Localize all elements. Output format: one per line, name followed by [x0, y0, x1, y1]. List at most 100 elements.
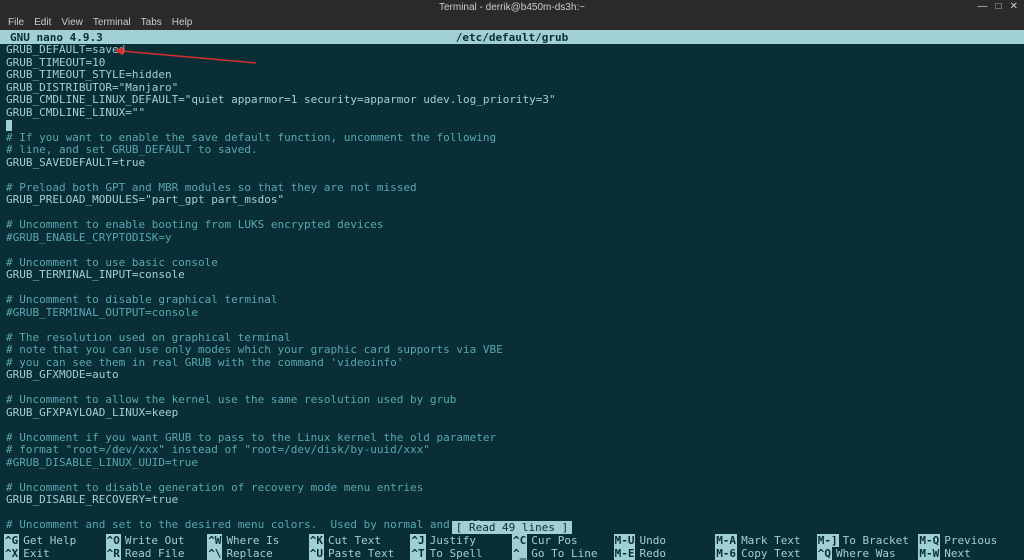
- editor-line: [6, 119, 1018, 132]
- editor-line: # you can see them in real GRUB with the…: [6, 357, 1018, 370]
- shortcut-label: Write Out: [125, 534, 185, 547]
- editor-line: GRUB_TERMINAL_INPUT=console: [6, 269, 1018, 282]
- shortcut-label: Previous: [944, 534, 997, 547]
- shortcut-item: M-] To Bracket: [817, 534, 919, 547]
- shortcut-item: ^T To Spell: [410, 547, 512, 560]
- minimize-icon[interactable]: —: [978, 1, 988, 12]
- editor-line: GRUB_DEFAULT=saved: [6, 44, 1018, 57]
- editor-line: # Uncomment to disable graphical termina…: [6, 294, 1018, 307]
- shortcut-label: Where Was: [836, 547, 896, 560]
- shortcut-label: Copy Text: [741, 547, 801, 560]
- shortcut-key: ^C: [512, 534, 527, 547]
- shortcut-item: ^C Cur Pos: [512, 534, 614, 547]
- shortcut-item: M-W Next: [918, 547, 1020, 560]
- shortcut-item: M-A Mark Text: [715, 534, 817, 547]
- editor-line: [6, 319, 1018, 332]
- editor-line: GRUB_TIMEOUT_STYLE=hidden: [6, 69, 1018, 82]
- shortcut-key: M-]: [817, 534, 839, 547]
- editor-line: GRUB_DISABLE_RECOVERY=true: [6, 494, 1018, 507]
- shortcut-label: Read File: [125, 547, 185, 560]
- shortcut-key: ^\: [207, 547, 222, 560]
- shortcut-key: ^_: [512, 547, 527, 560]
- nano-version: GNU nano 4.9.3: [10, 31, 103, 44]
- shortcut-key: M-E: [614, 547, 636, 560]
- shortcut-key: ^T: [410, 547, 425, 560]
- window-titlebar: Terminal - derrik@b450m-ds3h:~ — □ ✕: [0, 0, 1024, 14]
- editor-line: GRUB_SAVEDEFAULT=true: [6, 157, 1018, 170]
- shortcut-key: ^W: [207, 534, 222, 547]
- shortcut-key: ^R: [106, 547, 121, 560]
- window-controls: — □ ✕: [978, 1, 1018, 12]
- shortcut-item: M-UUndo: [614, 534, 716, 547]
- editor-line: # line, and set GRUB_DEFAULT to saved.: [6, 144, 1018, 157]
- window-title: Terminal - derrik@b450m-ds3h:~: [439, 2, 585, 13]
- editor-line: #GRUB_DISABLE_LINUX_UUID=true: [6, 457, 1018, 470]
- shortcut-item: ^R Read File: [106, 547, 208, 560]
- nano-status-text: [ Read 49 lines ]: [452, 521, 573, 534]
- shortcut-key: M-Q: [918, 534, 940, 547]
- nano-status-line: [ Read 49 lines ]: [0, 521, 1024, 534]
- editor-line: # Uncomment to allow the kernel use the …: [6, 394, 1018, 407]
- editor-line: GRUB_GFXMODE=auto: [6, 369, 1018, 382]
- shortcut-item: ^Q Where Was: [817, 547, 919, 560]
- shortcut-label: Cut Text: [328, 534, 381, 547]
- menu-terminal[interactable]: Terminal: [93, 17, 131, 28]
- shortcut-label: Go To Line: [531, 547, 597, 560]
- shortcut-key: ^J: [410, 534, 425, 547]
- editor-line: [6, 244, 1018, 257]
- shortcut-item: ^W Where Is: [207, 534, 309, 547]
- shortcut-label: Justify: [430, 534, 476, 547]
- shortcut-item: ^J Justify: [410, 534, 512, 547]
- shortcut-label: Where Is: [226, 534, 279, 547]
- shortcut-item: ^X Exit: [4, 547, 106, 560]
- shortcut-key: ^K: [309, 534, 324, 547]
- nano-filename: /etc/default/grub: [456, 31, 569, 44]
- shortcut-key: M-U: [614, 534, 636, 547]
- shortcut-label: To Bracket: [843, 534, 909, 547]
- shortcut-label: Mark Text: [741, 534, 801, 547]
- shortcut-key: ^Q: [817, 547, 832, 560]
- editor-line: #GRUB_ENABLE_CRYPTODISK=y: [6, 232, 1018, 245]
- shortcut-item: ^U Paste Text: [309, 547, 411, 560]
- editor-line: # Uncomment to enable booting from LUKS …: [6, 219, 1018, 232]
- editor-line: [6, 419, 1018, 432]
- shortcut-key: ^X: [4, 547, 19, 560]
- nano-shortcut-bar: ^GGet Help^O Write Out ^W Where Is ^K Cut Tex…: [0, 534, 1024, 560]
- shortcut-key: M-W: [918, 547, 940, 560]
- close-icon[interactable]: ✕: [1010, 1, 1018, 12]
- shortcut-item: M-ERedo: [614, 547, 716, 560]
- shortcut-label: Cur Pos: [531, 534, 577, 547]
- editor-line: GRUB_PRELOAD_MODULES="part_gpt part_msdo…: [6, 194, 1018, 207]
- shortcut-key: ^G: [4, 534, 19, 547]
- shortcut-label: Next: [944, 547, 971, 560]
- shortcut-key: ^U: [309, 547, 324, 560]
- maximize-icon[interactable]: □: [996, 1, 1002, 12]
- menu-help[interactable]: Help: [172, 17, 193, 28]
- editor-line: # format "root=/dev/xxx" instead of "roo…: [6, 444, 1018, 457]
- nano-header: GNU nano 4.9.3 /etc/default/grub: [0, 30, 1024, 44]
- text-cursor: [6, 120, 12, 131]
- editor-line: [6, 169, 1018, 182]
- shortcut-label: Paste Text: [328, 547, 394, 560]
- menu-tabs[interactable]: Tabs: [141, 17, 162, 28]
- shortcut-item: ^K Cut Text: [309, 534, 411, 547]
- editor-line: GRUB_CMDLINE_LINUX_DEFAULT="quiet apparm…: [6, 94, 1018, 107]
- shortcut-item: M-Q Previous: [918, 534, 1020, 547]
- shortcut-label: Exit: [23, 547, 50, 560]
- editor-line: GRUB_CMDLINE_LINUX="": [6, 107, 1018, 120]
- shortcut-item: ^GGet Help: [4, 534, 106, 547]
- shortcut-key: ^O: [106, 534, 121, 547]
- shortcut-label: To Spell: [430, 547, 483, 560]
- shortcut-key: M-A: [715, 534, 737, 547]
- editor-line: # note that you can use only modes which…: [6, 344, 1018, 357]
- menu-bar: File Edit View Terminal Tabs Help: [0, 14, 1024, 30]
- shortcut-label: Redo: [639, 547, 666, 560]
- shortcut-key: M-6: [715, 547, 737, 560]
- menu-edit[interactable]: Edit: [34, 17, 51, 28]
- shortcut-label: Undo: [639, 534, 666, 547]
- editor-content[interactable]: GRUB_DEFAULT=savedGRUB_TIMEOUT=10GRUB_TI…: [0, 44, 1024, 532]
- menu-view[interactable]: View: [61, 17, 83, 28]
- shortcut-item: M-6 Copy Text: [715, 547, 817, 560]
- editor-line: GRUB_GFXPAYLOAD_LINUX=keep: [6, 407, 1018, 420]
- menu-file[interactable]: File: [8, 17, 24, 28]
